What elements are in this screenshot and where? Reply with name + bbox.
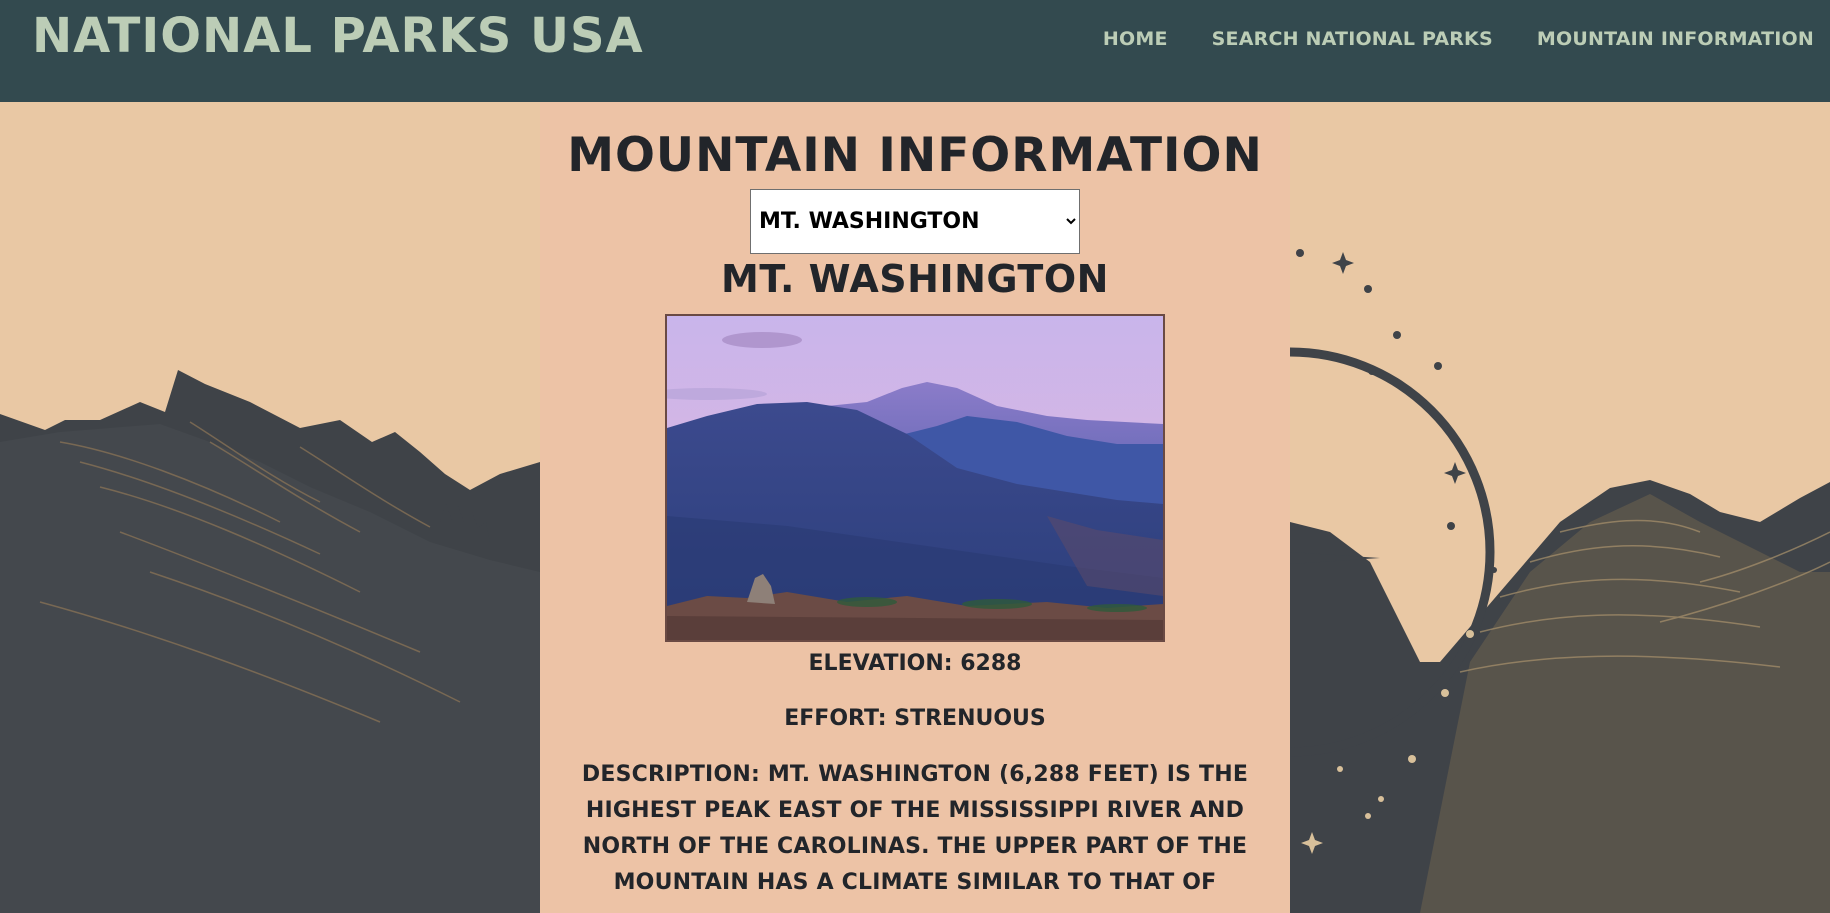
elevation-label: Elevation: (808, 650, 953, 676)
page-title: Mountain Information (567, 128, 1263, 183)
effort-line: Effort: Strenuous (540, 703, 1290, 735)
mountain-info-panel: Mountain Information Mt. Washington Mt. … (540, 102, 1290, 913)
nav-link-mountain-information[interactable]: Mountain Information (1537, 28, 1814, 50)
site-title[interactable]: National Parks USA (32, 8, 644, 66)
elevation-line: Elevation: 6288 (540, 648, 1290, 680)
description-label: Description: (581, 761, 760, 787)
mountain-select-wrapper: Mt. Washington (540, 189, 1290, 255)
mountain-photo (665, 313, 1165, 642)
site-header: National Parks USA Home Search National … (0, 0, 1830, 102)
effort-label: Effort: (784, 705, 887, 731)
nav-link-search-national-parks[interactable]: Search National Parks (1212, 28, 1493, 50)
nav-link-home[interactable]: Home (1103, 28, 1168, 50)
mountain-name-heading: Mt. Washington (721, 257, 1109, 302)
mountain-select-dropdown[interactable]: Mt. Washington (750, 189, 1080, 255)
elevation-value: 6288 (960, 650, 1022, 676)
mountain-photo-image (667, 315, 1163, 640)
effort-value: Strenuous (894, 705, 1046, 731)
main-nav: Home Search National Parks Mountain Info… (1103, 28, 1814, 50)
description-paragraph: Description: Mt. Washington (6,288 feet)… (570, 757, 1260, 901)
